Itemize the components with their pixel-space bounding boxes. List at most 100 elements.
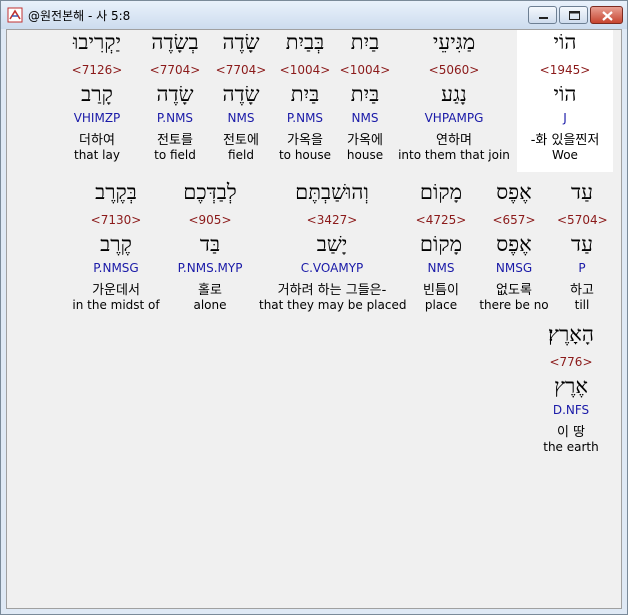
- korean-gloss: 전토에: [223, 133, 259, 148]
- hebrew-word: יַקְרִיבוּ: [72, 30, 122, 54]
- word-block[interactable]: וְהוּשַׁבְתֶּם <3427> יָשַׁב C.VOAMYP 거하…: [259, 180, 407, 322]
- word-block[interactable]: יַקְרִיבוּ <7126> קָרַב VHIMZP 더하여 that …: [61, 30, 133, 172]
- hebrew-lemma: נָגַע: [441, 82, 467, 106]
- hebrew-word: הוֹי: [553, 30, 577, 54]
- strong-number: <657>: [492, 213, 536, 227]
- korean-gloss: 가옥을: [287, 133, 323, 148]
- parsing-code: P.NMSG: [93, 261, 139, 275]
- english-gloss: to house: [278, 148, 332, 162]
- strong-number: <905>: [188, 213, 232, 227]
- word-block[interactable]: עַד <5704> עַד P 하고 till: [557, 180, 608, 322]
- parsing-code: VHPAMPG: [424, 111, 484, 125]
- word-block[interactable]: בְשָׂדֶה <7704> שָׂדֶה P.NMS 전토를 to fiel…: [143, 30, 207, 172]
- hebrew-word: הָאָרֶץ׃: [548, 322, 594, 346]
- parsing-code: NMS: [427, 261, 455, 275]
- parsing-code: VHIMZP: [73, 111, 121, 125]
- hebrew-word: בַיִת: [350, 30, 380, 54]
- maximize-icon: [569, 11, 580, 20]
- hebrew-lemma: שָׂדֶה: [156, 82, 194, 106]
- english-gloss: to field: [154, 148, 196, 162]
- strong-number: <3427>: [306, 213, 358, 227]
- hebrew-word: בְּבַיִת: [285, 30, 325, 54]
- hebrew-lemma: קֶרֶב: [100, 232, 132, 256]
- english-gloss: field: [228, 148, 254, 162]
- strong-number: <7126>: [71, 63, 123, 77]
- hebrew-word: בְשָׂדֶה: [151, 30, 199, 54]
- korean-gloss: 이 땅: [556, 425, 586, 440]
- strong-number: <7704>: [215, 63, 267, 77]
- title-bar[interactable]: @원전본해 - 사 5:8: [1, 1, 627, 29]
- parsing-code: D.NFS: [552, 403, 590, 417]
- korean-gloss: 전토를: [157, 133, 193, 148]
- korean-gloss: 가운데서: [92, 283, 140, 298]
- english-gloss: into them that join: [398, 148, 510, 162]
- parsing-code: NMSG: [495, 261, 533, 275]
- korean-gloss: 가옥에: [347, 133, 383, 148]
- strong-number: <1945>: [539, 63, 591, 77]
- hebrew-lemma: בַּיִת: [350, 82, 380, 106]
- english-gloss: Woe: [552, 148, 578, 162]
- word-block[interactable]: לְבַדְּכֶם <905> בַּד P.NMS.MYP 홀로 alone: [167, 180, 253, 322]
- hebrew-word: עַד: [571, 180, 593, 204]
- app-icon: [7, 7, 23, 23]
- strong-number: <5060>: [428, 63, 480, 77]
- app-window: @원전본해 - 사 5:8 הוֹי <1945> הוֹי J -화 있을찐저…: [0, 0, 628, 615]
- hebrew-lemma: בַּיִת: [290, 82, 320, 106]
- hebrew-lemma: הוֹי: [553, 82, 577, 106]
- word-block[interactable]: הָאָרֶץ׃ <776> אֶרֶץ D.NFS 이 땅 the earth: [535, 322, 607, 464]
- word-block[interactable]: בְּקֶרֶב <7130> קֶרֶב P.NMSG 가운데서 in the…: [71, 180, 161, 322]
- hebrew-lemma: עַד: [571, 232, 593, 256]
- korean-gloss: 연하며: [436, 133, 472, 148]
- korean-gloss: 더하여: [79, 133, 115, 148]
- hebrew-lemma: אֶפֶס: [496, 232, 532, 256]
- word-block[interactable]: מָקוֹם <4725> מָקוֹם NMS 빈틈이 place: [411, 180, 471, 322]
- korean-gloss: -화 있을찐저: [530, 133, 600, 148]
- parsing-code: C.VOAMYP: [300, 261, 364, 275]
- parsing-code: P.NMS.MYP: [177, 261, 243, 275]
- korean-gloss: 거하려 하는 그들은-: [277, 283, 387, 298]
- word-block[interactable]: בְּבַיִת <1004> בַּיִת P.NMS 가옥을 to hous…: [275, 30, 335, 172]
- strong-number: <776>: [549, 355, 593, 369]
- hebrew-word: מָקוֹם: [419, 180, 463, 204]
- parsing-code: P.NMS: [156, 111, 194, 125]
- strong-number: <7130>: [90, 213, 142, 227]
- english-gloss: the earth: [543, 440, 599, 454]
- hebrew-word: לְבַדְּכֶם: [183, 180, 237, 204]
- word-block[interactable]: אֶפֶס <657> אֶפֶס NMSG 없도록 there be no: [477, 180, 551, 322]
- hebrew-lemma: בַּד: [199, 232, 221, 256]
- hebrew-word: שָׂדֶה: [222, 30, 260, 54]
- strong-number: <4725>: [415, 213, 467, 227]
- word-block[interactable]: הוֹי <1945> הוֹי J -화 있을찐저 Woe: [517, 30, 613, 172]
- hebrew-lemma: מָקוֹם: [419, 232, 463, 256]
- close-icon: [602, 11, 613, 21]
- minimize-icon: [539, 17, 548, 19]
- hebrew-lemma: קָרַב: [81, 82, 113, 106]
- korean-gloss: 홀로: [198, 283, 222, 298]
- parsing-code: P: [578, 261, 586, 275]
- word-block[interactable]: שָׂדֶה <7704> שָׂדֶה NMS 전토에 field: [213, 30, 269, 172]
- korean-gloss: 하고: [570, 283, 594, 298]
- hebrew-word: מַגִּיעֵי: [432, 30, 476, 54]
- hebrew-word: אֶפֶס: [496, 180, 532, 204]
- maximize-button[interactable]: [559, 6, 588, 24]
- strong-number: <5704>: [557, 213, 608, 227]
- word-block[interactable]: מַגִּיעֵי <5060> נָגַע VHPAMPG 연하며 into …: [385, 30, 523, 172]
- english-gloss: till: [574, 298, 590, 312]
- interlinear-view[interactable]: הוֹי <1945> הוֹי J -화 있을찐저 Woe מַגִּיעֵי…: [6, 29, 622, 609]
- english-gloss: that they may be placed: [259, 298, 407, 312]
- english-gloss: place: [424, 298, 458, 312]
- hebrew-word: בְּקֶרֶב: [95, 180, 137, 204]
- english-gloss: in the midst of: [72, 298, 160, 312]
- english-gloss: house: [346, 148, 384, 162]
- english-gloss: that lay: [74, 148, 120, 162]
- hebrew-lemma: שָׂדֶה: [222, 82, 260, 106]
- parsing-code: J: [563, 111, 567, 125]
- word-block[interactable]: בַיִת <1004> בַּיִת NMS 가옥에 house: [339, 30, 391, 172]
- strong-number: <1004>: [339, 63, 391, 77]
- parsing-code: P.NMS: [286, 111, 324, 125]
- close-button[interactable]: [590, 6, 623, 24]
- parsing-code: NMS: [227, 111, 255, 125]
- window-title: @원전본해 - 사 5:8: [28, 9, 131, 23]
- english-gloss: there be no: [479, 298, 549, 312]
- minimize-button[interactable]: [528, 6, 557, 24]
